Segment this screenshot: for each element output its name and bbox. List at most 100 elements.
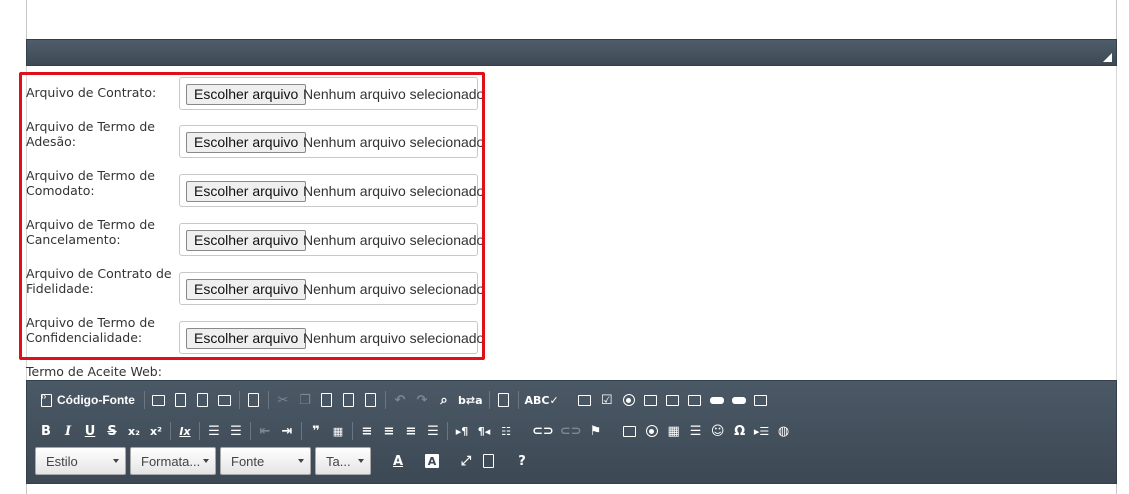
font-combo[interactable]: Fonte: [220, 447, 311, 475]
show-blocks-button[interactable]: [477, 450, 499, 472]
hidden-field-button[interactable]: [750, 389, 772, 411]
select-field-button[interactable]: [684, 389, 706, 411]
radio-icon: [622, 394, 635, 406]
spellcheck-button[interactable]: ABC✓: [522, 389, 562, 411]
strike-button[interactable]: S: [101, 420, 123, 442]
unlink-button[interactable]: ⊂⊃: [557, 420, 585, 442]
toolbar-separator: [488, 391, 490, 409]
previous-editor-bottom-bar: [26, 39, 1117, 66]
style-combo-label: Estilo: [46, 453, 78, 469]
iframe-button[interactable]: ◍: [773, 420, 795, 442]
paste-text-button[interactable]: [338, 389, 360, 411]
bold-button[interactable]: B: [35, 420, 57, 442]
text-field-button[interactable]: [640, 389, 662, 411]
redo-button[interactable]: ↷: [411, 389, 433, 411]
save-button[interactable]: [148, 389, 170, 411]
print-button[interactable]: [214, 389, 236, 411]
resize-handle-icon[interactable]: [1103, 53, 1112, 62]
smiley-button[interactable]: ☺: [707, 420, 729, 442]
new-page-icon: [175, 393, 187, 407]
blockquote-button[interactable]: ❞: [305, 420, 327, 442]
new-page-button[interactable]: [170, 389, 192, 411]
remove-format-button[interactable]: Ix: [174, 420, 196, 442]
replace-button[interactable]: b⇄a: [455, 389, 486, 411]
source-code-button[interactable]: Código-Fonte: [35, 389, 141, 411]
save-icon: [152, 394, 166, 406]
outdent-button[interactable]: ⇤: [254, 420, 276, 442]
image-button[interactable]: [619, 420, 641, 442]
flash-button[interactable]: [641, 420, 663, 442]
paste-word-button[interactable]: [360, 389, 382, 411]
form-icon: [578, 394, 592, 406]
image-button-button[interactable]: [728, 389, 750, 411]
checkbox-button[interactable]: ☑: [596, 389, 618, 411]
form-button-button[interactable]: [706, 389, 728, 411]
textarea-button[interactable]: [662, 389, 684, 411]
undo-button[interactable]: ↶: [389, 389, 411, 411]
print-icon: [218, 394, 232, 406]
special-char-button[interactable]: Ω: [729, 420, 751, 442]
superscript-button[interactable]: x²: [145, 420, 167, 442]
templates-icon: [248, 393, 260, 407]
toolbar-separator: [517, 391, 519, 409]
bg-color-button[interactable]: A: [421, 450, 443, 472]
style-combo[interactable]: Estilo: [35, 447, 126, 475]
language-button[interactable]: ☷: [495, 420, 517, 442]
previous-editor-content[interactable]: [26, 0, 1117, 40]
templates-button[interactable]: [243, 389, 265, 411]
text-rtl-button[interactable]: ¶◂: [473, 420, 495, 442]
underline-button[interactable]: U: [79, 420, 101, 442]
toolbar-separator: [352, 422, 353, 440]
paste-word-icon: [365, 393, 377, 407]
checkbox-icon: ☑: [600, 392, 613, 408]
hidden-field-icon: [754, 394, 768, 406]
toolbar-row-1: Código-Fonte ✂ ❐ ↶ ↷ ⌕ b⇄a ABC✓ ☑: [35, 388, 772, 412]
undo-icon: ↶: [394, 392, 406, 408]
format-combo[interactable]: Formata...: [130, 447, 216, 475]
numbered-list-button[interactable]: ☰: [203, 420, 225, 442]
form-button[interactable]: [574, 389, 596, 411]
textarea-icon: [666, 394, 680, 406]
maximize-button[interactable]: ⤢: [455, 450, 477, 472]
div-container-button[interactable]: ▦: [327, 420, 349, 442]
text-field-icon: [644, 394, 658, 406]
paste-button[interactable]: [316, 389, 338, 411]
align-center-button[interactable]: ≡: [378, 420, 400, 442]
aceite-label: Termo de Aceite Web:: [26, 364, 162, 379]
align-left-icon: ≡: [361, 423, 373, 439]
link-button[interactable]: ⊂⊃: [529, 420, 557, 442]
flag-icon: ⚑: [589, 423, 602, 439]
page-break-button[interactable]: ▸☰: [751, 420, 773, 442]
div-icon: ▦: [332, 424, 344, 438]
chevron-down-icon: [113, 459, 119, 463]
italic-button[interactable]: I: [57, 420, 79, 442]
cut-button[interactable]: ✂: [272, 389, 294, 411]
replace-icon: b⇄a: [457, 393, 483, 407]
text-color-button[interactable]: A: [387, 450, 409, 472]
select-all-button[interactable]: [493, 389, 515, 411]
show-blocks-icon: [482, 454, 494, 468]
find-button[interactable]: ⌕: [433, 389, 455, 411]
copy-button[interactable]: ❐: [294, 389, 316, 411]
bulleted-list-icon: ☰: [230, 423, 242, 439]
help-button[interactable]: ?: [511, 450, 533, 472]
subscript-button[interactable]: x₂: [123, 420, 145, 442]
aceite-editor-content[interactable]: [26, 484, 1117, 494]
text-ltr-button[interactable]: ▸¶: [451, 420, 473, 442]
toolbar-separator: [170, 422, 171, 440]
anchor-button[interactable]: ⚑: [585, 420, 607, 442]
radio-button[interactable]: [618, 389, 640, 411]
paste-icon: [321, 393, 333, 407]
align-left-button[interactable]: ≡: [356, 420, 378, 442]
justify-button[interactable]: ☰: [422, 420, 444, 442]
indent-button[interactable]: ⇥: [276, 420, 298, 442]
preview-button[interactable]: [192, 389, 214, 411]
toolbar-separator: [143, 391, 145, 409]
horizontal-rule-button[interactable]: ☰: [685, 420, 707, 442]
align-right-button[interactable]: ≡: [400, 420, 422, 442]
table-button[interactable]: ▦: [663, 420, 685, 442]
bg-color-icon: A: [425, 454, 439, 468]
highlight-frame: [19, 72, 485, 360]
bulleted-list-button[interactable]: ☰: [225, 420, 247, 442]
size-combo[interactable]: Ta...: [315, 447, 371, 475]
